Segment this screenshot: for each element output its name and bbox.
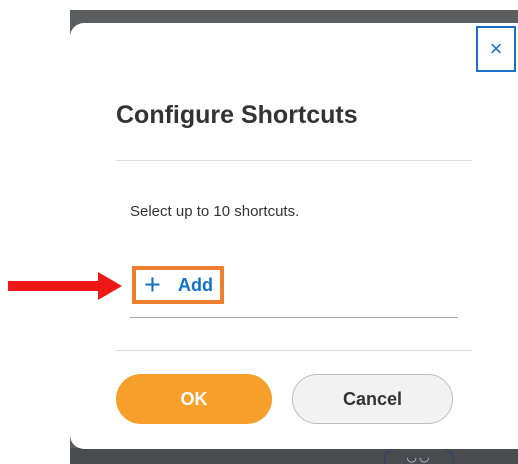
ok-button[interactable]: OK	[116, 374, 272, 424]
instruction-text: Select up to 10 shortcuts.	[130, 203, 300, 220]
add-shortcut-button[interactable]: + Add	[132, 266, 224, 304]
close-button[interactable]: ×	[476, 26, 516, 72]
arrow-head	[98, 272, 122, 300]
close-icon: ×	[489, 36, 503, 61]
shortcuts-field-underline	[130, 317, 458, 318]
dialog-title: Configure Shortcuts	[116, 101, 358, 129]
title-divider	[116, 160, 472, 161]
red-arrow-annotation	[0, 272, 122, 300]
cancel-button[interactable]: Cancel	[292, 374, 453, 424]
footer-divider	[116, 350, 472, 351]
add-label: Add	[178, 275, 213, 295]
screen: ◡◡ × Configure Shortcuts Select up to 10…	[0, 0, 518, 464]
arrow-shaft	[8, 281, 102, 291]
plus-icon: +	[144, 269, 161, 301]
background-illustration: ◡◡	[384, 448, 454, 464]
